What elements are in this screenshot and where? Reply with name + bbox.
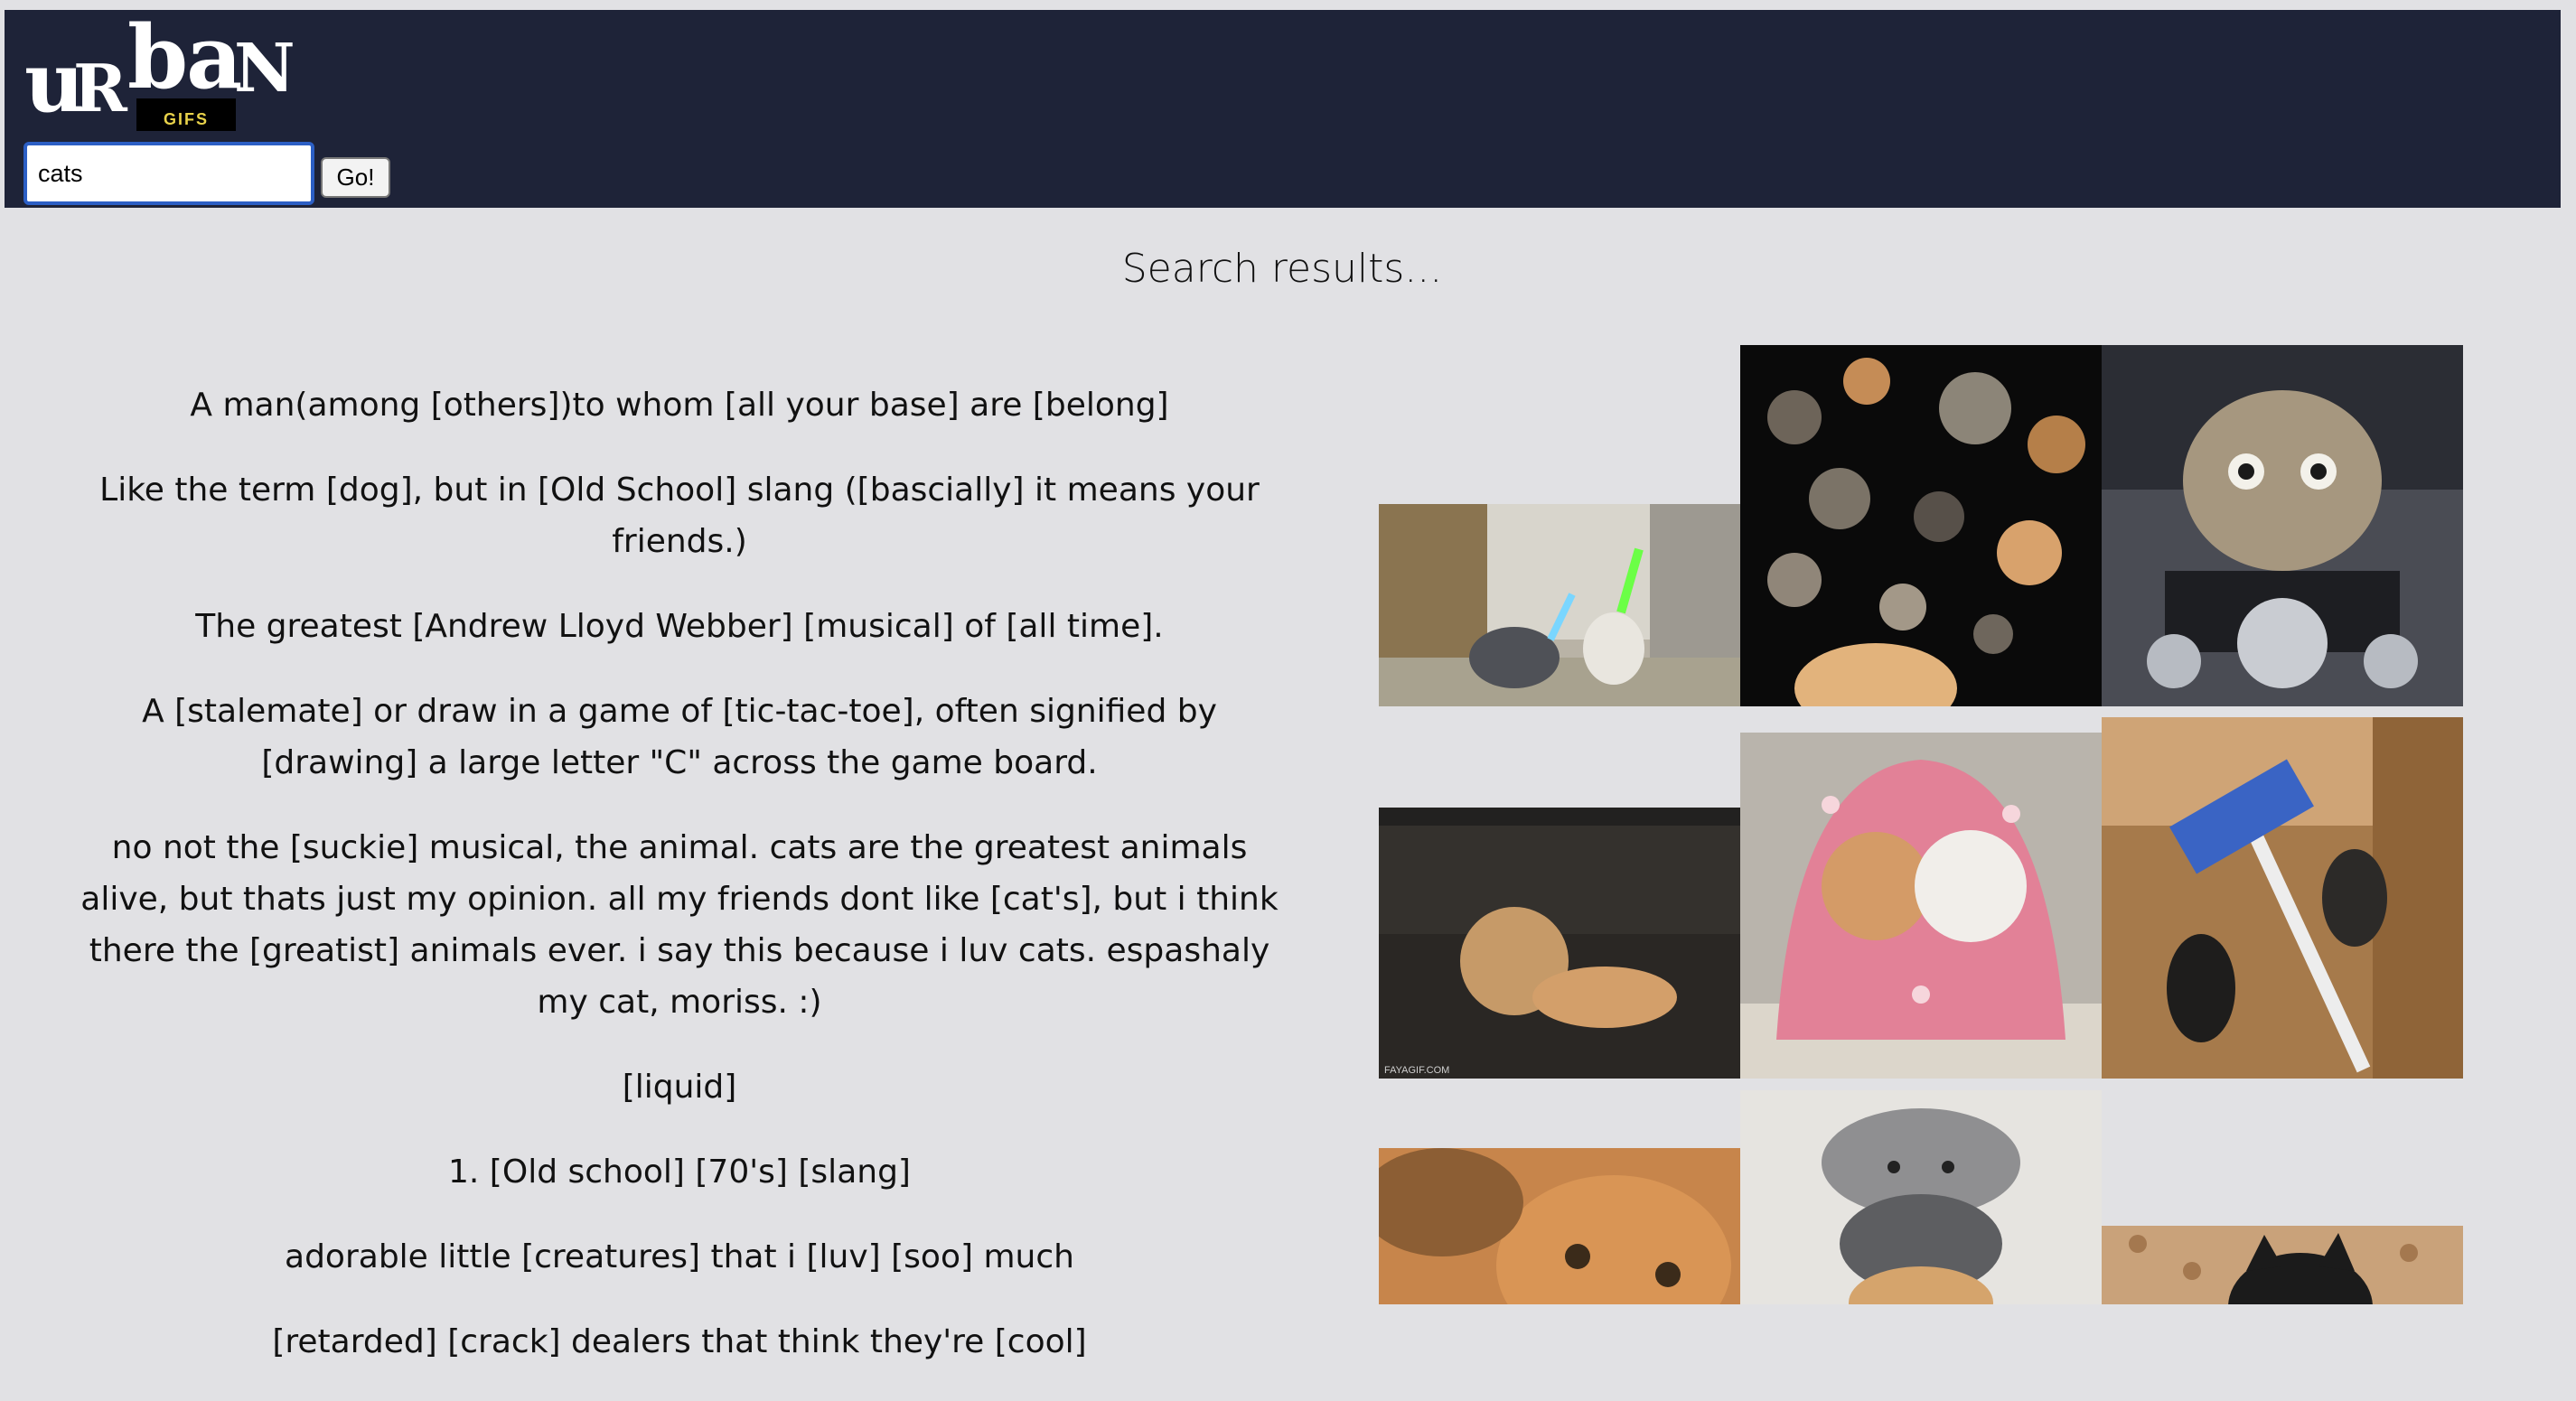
definitions-list: A man(among [others])to whom [all your b… bbox=[65, 379, 1294, 1401]
definition-item: A [stalemate] or draw in a game of [tic-… bbox=[142, 693, 1217, 781]
gif-cats-in-pink-hoodie[interactable] bbox=[1740, 733, 2102, 1079]
gif-orange-cat-closeup[interactable] bbox=[1379, 1148, 1740, 1304]
definition-item: [liquid] bbox=[622, 1069, 737, 1106]
definition-item: The greatest [Andrew Lloyd Webber] [musi… bbox=[195, 608, 1164, 645]
site-header: u R ba N GIFS Go! bbox=[5, 10, 2561, 208]
gif-watermark: FAYAGIF.COM bbox=[1384, 1065, 1449, 1076]
definition-item: no not the [suckie] musical, the animal.… bbox=[80, 829, 1279, 1021]
urban-gifs-logo[interactable]: u R ba N GIFS bbox=[21, 21, 301, 138]
gif-black-cat-peeking[interactable] bbox=[2102, 1226, 2463, 1304]
definition-item: adorable little [creatures] that i [luv]… bbox=[285, 1238, 1074, 1275]
gif-cats-with-swiffer[interactable] bbox=[2102, 717, 2463, 1079]
gif-kittens-on-couch[interactable]: FAYAGIF.COM bbox=[1379, 808, 1740, 1079]
go-button[interactable]: Go! bbox=[321, 157, 390, 198]
page-title: Search results... bbox=[1121, 246, 1443, 292]
svg-text:R: R bbox=[73, 50, 128, 126]
search-input[interactable] bbox=[23, 142, 314, 205]
definition-item: [retarded] [crack] dealers that think th… bbox=[272, 1323, 1087, 1360]
logo-subtext: GIFS bbox=[164, 110, 209, 128]
gif-stacked-cats[interactable] bbox=[1740, 1090, 2102, 1304]
definition-item: Like the term [dog], but in [Old School]… bbox=[99, 472, 1260, 560]
gif-lightsaber-cats[interactable] bbox=[1379, 504, 1740, 706]
svg-text:N: N bbox=[234, 30, 295, 107]
logo-graphic: u R ba N GIFS bbox=[24, 21, 295, 131]
definition-item: 1. [Old school] [70's] [slang] bbox=[448, 1153, 911, 1191]
svg-text:ba: ba bbox=[127, 21, 240, 108]
definition-item: A man(among [others])to whom [all your b… bbox=[190, 387, 1169, 424]
gif-motorcycle-cat[interactable] bbox=[2102, 345, 2463, 706]
gif-floating-cat-heads[interactable] bbox=[1740, 345, 2102, 706]
